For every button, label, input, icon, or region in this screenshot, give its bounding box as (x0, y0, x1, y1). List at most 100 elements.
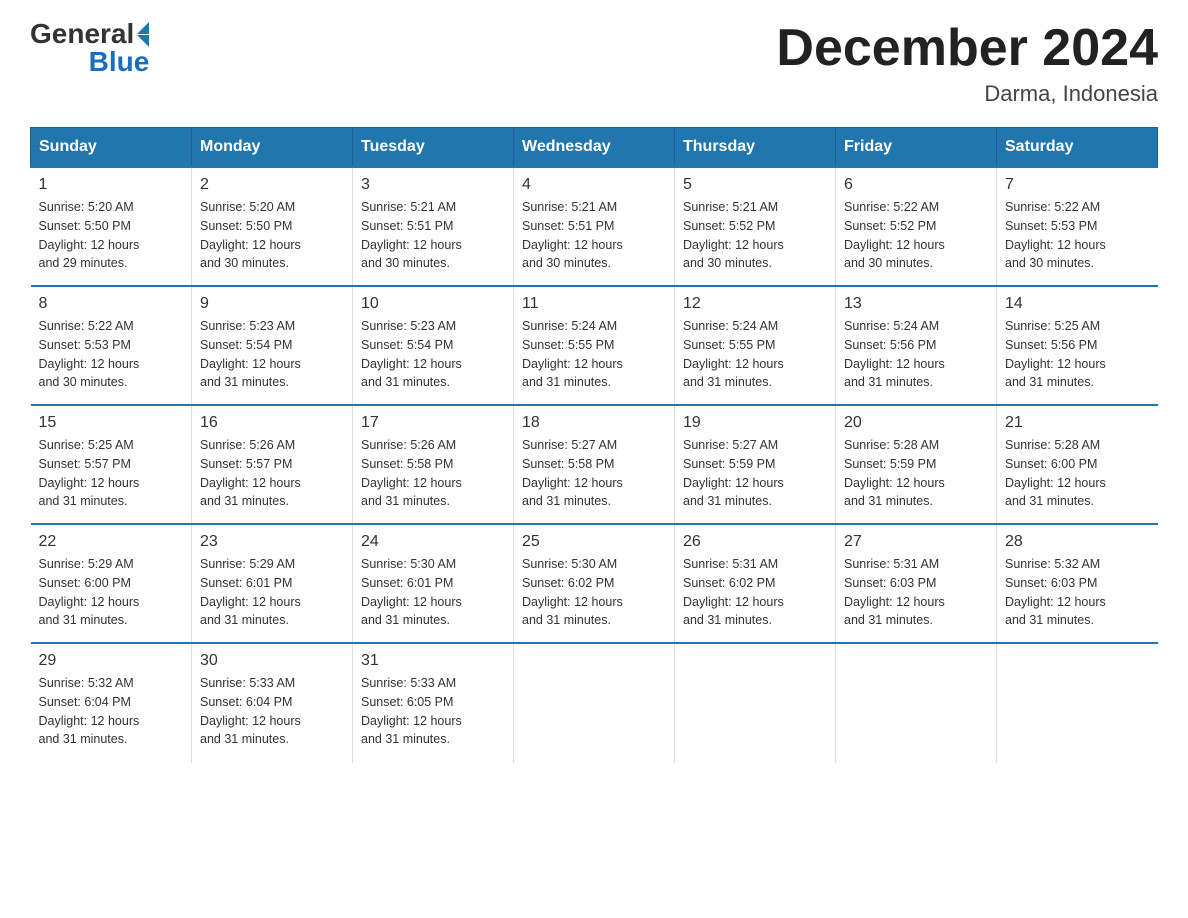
day-info: Sunrise: 5:30 AMSunset: 6:02 PMDaylight:… (522, 555, 666, 630)
day-info: Sunrise: 5:29 AMSunset: 6:01 PMDaylight:… (200, 555, 344, 630)
day-number: 13 (844, 295, 988, 313)
day-info: Sunrise: 5:27 AMSunset: 5:58 PMDaylight:… (522, 436, 666, 511)
calendar-cell (675, 643, 836, 763)
day-number: 27 (844, 533, 988, 551)
calendar-cell: 26Sunrise: 5:31 AMSunset: 6:02 PMDayligh… (675, 524, 836, 643)
day-info: Sunrise: 5:32 AMSunset: 6:04 PMDaylight:… (39, 674, 184, 749)
day-number: 30 (200, 652, 344, 670)
column-header-wednesday: Wednesday (514, 128, 675, 168)
calendar-cell: 25 Sunrise: 5:30 AMSunset: 6:02 PMDayligh… (514, 524, 675, 643)
calendar-cell: 30 Sunrise: 5:33 AMSunset: 6:04 PMDayligh… (192, 643, 353, 763)
day-number: 25 (522, 533, 666, 551)
day-number: 19 (683, 414, 827, 432)
day-number: 6 (844, 176, 988, 194)
calendar-cell: 12 Sunrise: 5:24 AMSunset: 5:55 PMDayligh… (675, 286, 836, 405)
calendar-cell: 6 Sunrise: 5:22 AMSunset: 5:52 PMDaylight… (836, 167, 997, 286)
day-number: 20 (844, 414, 988, 432)
day-info: Sunrise: 5:28 AMSunset: 5:59 PMDaylight:… (844, 436, 988, 511)
calendar-table: SundayMondayTuesdayWednesdayThursdayFrid… (30, 127, 1158, 763)
calendar-week-row: 8 Sunrise: 5:22 AMSunset: 5:53 PMDaylight… (31, 286, 1158, 405)
day-number: 8 (39, 295, 184, 313)
calendar-cell: 15 Sunrise: 5:25 AMSunset: 5:57 PMDayligh… (31, 405, 192, 524)
day-number: 26 (683, 533, 827, 551)
day-number: 17 (361, 414, 505, 432)
calendar-cell: 5Sunrise: 5:21 AMSunset: 5:52 PMDaylight… (675, 167, 836, 286)
day-info: Sunrise: 5:24 AMSunset: 5:55 PMDaylight:… (683, 317, 827, 392)
day-info: Sunrise: 5:22 AMSunset: 5:53 PMDaylight:… (1005, 198, 1150, 273)
calendar-cell: 18Sunrise: 5:27 AMSunset: 5:58 PMDayligh… (514, 405, 675, 524)
day-info: Sunrise: 5:20 AMSunset: 5:50 PMDaylight:… (39, 198, 184, 273)
calendar-week-row: 29 Sunrise: 5:32 AMSunset: 6:04 PMDayligh… (31, 643, 1158, 763)
calendar-cell: 2Sunrise: 5:20 AMSunset: 5:50 PMDaylight… (192, 167, 353, 286)
day-info: Sunrise: 5:22 AMSunset: 5:53 PMDaylight:… (39, 317, 184, 392)
column-header-thursday: Thursday (675, 128, 836, 168)
day-number: 14 (1005, 295, 1150, 313)
column-header-sunday: Sunday (31, 128, 192, 168)
day-info: Sunrise: 5:23 AMSunset: 5:54 PMDaylight:… (200, 317, 344, 392)
day-info: Sunrise: 5:26 AMSunset: 5:57 PMDaylight:… (200, 436, 344, 511)
calendar-cell: 11 Sunrise: 5:24 AMSunset: 5:55 PMDayligh… (514, 286, 675, 405)
calendar-week-row: 22Sunrise: 5:29 AMSunset: 6:00 PMDayligh… (31, 524, 1158, 643)
day-number: 31 (361, 652, 505, 670)
calendar-cell: 22Sunrise: 5:29 AMSunset: 6:00 PMDayligh… (31, 524, 192, 643)
calendar-cell (836, 643, 997, 763)
page-header: General Blue December 2024 Darma, Indone… (30, 20, 1158, 107)
day-info: Sunrise: 5:28 AMSunset: 6:00 PMDaylight:… (1005, 436, 1150, 511)
calendar-cell: 24 Sunrise: 5:30 AMSunset: 6:01 PMDayligh… (353, 524, 514, 643)
day-info: Sunrise: 5:21 AMSunset: 5:52 PMDaylight:… (683, 198, 827, 273)
calendar-cell: 17 Sunrise: 5:26 AMSunset: 5:58 PMDayligh… (353, 405, 514, 524)
logo-blue: Blue (89, 48, 150, 76)
calendar-cell (997, 643, 1158, 763)
day-number: 9 (200, 295, 344, 313)
day-number: 28 (1005, 533, 1150, 551)
day-number: 21 (1005, 414, 1150, 432)
day-number: 3 (361, 176, 505, 194)
calendar-cell: 4Sunrise: 5:21 AMSunset: 5:51 PMDaylight… (514, 167, 675, 286)
day-number: 4 (522, 176, 666, 194)
calendar-cell: 10Sunrise: 5:23 AMSunset: 5:54 PMDayligh… (353, 286, 514, 405)
column-header-tuesday: Tuesday (353, 128, 514, 168)
calendar-cell: 28Sunrise: 5:32 AMSunset: 6:03 PMDayligh… (997, 524, 1158, 643)
calendar-week-row: 1Sunrise: 5:20 AMSunset: 5:50 PMDaylight… (31, 167, 1158, 286)
calendar-cell: 14 Sunrise: 5:25 AMSunset: 5:56 PMDayligh… (997, 286, 1158, 405)
day-number: 10 (361, 295, 505, 313)
calendar-cell: 29 Sunrise: 5:32 AMSunset: 6:04 PMDayligh… (31, 643, 192, 763)
day-number: 23 (200, 533, 344, 551)
calendar-cell: 23 Sunrise: 5:29 AMSunset: 6:01 PMDayligh… (192, 524, 353, 643)
calendar-cell: 1Sunrise: 5:20 AMSunset: 5:50 PMDaylight… (31, 167, 192, 286)
column-header-friday: Friday (836, 128, 997, 168)
day-number: 7 (1005, 176, 1150, 194)
calendar-cell: 9 Sunrise: 5:23 AMSunset: 5:54 PMDaylight… (192, 286, 353, 405)
day-info: Sunrise: 5:25 AMSunset: 5:57 PMDaylight:… (39, 436, 184, 511)
day-info: Sunrise: 5:25 AMSunset: 5:56 PMDaylight:… (1005, 317, 1150, 392)
day-info: Sunrise: 5:27 AMSunset: 5:59 PMDaylight:… (683, 436, 827, 511)
day-info: Sunrise: 5:24 AMSunset: 5:55 PMDaylight:… (522, 317, 666, 392)
day-info: Sunrise: 5:22 AMSunset: 5:52 PMDaylight:… (844, 198, 988, 273)
page-subtitle: Darma, Indonesia (776, 81, 1158, 107)
column-header-monday: Monday (192, 128, 353, 168)
day-number: 24 (361, 533, 505, 551)
day-number: 12 (683, 295, 827, 313)
day-number: 22 (39, 533, 184, 551)
day-number: 15 (39, 414, 184, 432)
day-number: 16 (200, 414, 344, 432)
day-info: Sunrise: 5:31 AMSunset: 6:03 PMDaylight:… (844, 555, 988, 630)
calendar-week-row: 15 Sunrise: 5:25 AMSunset: 5:57 PMDayligh… (31, 405, 1158, 524)
calendar-cell (514, 643, 675, 763)
day-info: Sunrise: 5:30 AMSunset: 6:01 PMDaylight:… (361, 555, 505, 630)
calendar-cell: 8 Sunrise: 5:22 AMSunset: 5:53 PMDaylight… (31, 286, 192, 405)
logo: General Blue (30, 20, 149, 76)
calendar-cell: 3Sunrise: 5:21 AMSunset: 5:51 PMDaylight… (353, 167, 514, 286)
calendar-cell: 27 Sunrise: 5:31 AMSunset: 6:03 PMDayligh… (836, 524, 997, 643)
calendar-cell: 20 Sunrise: 5:28 AMSunset: 5:59 PMDayligh… (836, 405, 997, 524)
calendar-header-row: SundayMondayTuesdayWednesdayThursdayFrid… (31, 128, 1158, 168)
day-info: Sunrise: 5:33 AMSunset: 6:04 PMDaylight:… (200, 674, 344, 749)
calendar-cell: 7 Sunrise: 5:22 AMSunset: 5:53 PMDaylight… (997, 167, 1158, 286)
day-info: Sunrise: 5:26 AMSunset: 5:58 PMDaylight:… (361, 436, 505, 511)
day-info: Sunrise: 5:33 AMSunset: 6:05 PMDaylight:… (361, 674, 505, 749)
page-title: December 2024 (776, 20, 1158, 77)
column-header-saturday: Saturday (997, 128, 1158, 168)
day-number: 29 (39, 652, 184, 670)
calendar-cell: 13Sunrise: 5:24 AMSunset: 5:56 PMDayligh… (836, 286, 997, 405)
day-number: 11 (522, 295, 666, 313)
